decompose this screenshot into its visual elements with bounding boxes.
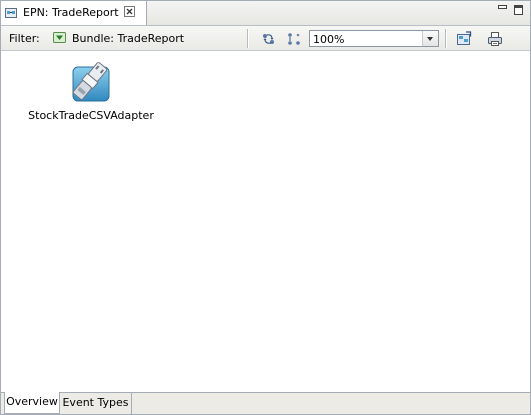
adapter-icon	[72, 62, 110, 102]
minimize-icon[interactable]	[497, 4, 509, 16]
tab-event-types[interactable]: Event Types	[60, 393, 132, 414]
epn-toolbar: Filter: Bundle: TradeReport 100%	[1, 26, 530, 51]
toolbar-separator	[247, 29, 249, 48]
maximize-icon[interactable]	[513, 4, 525, 16]
epn-editor-icon	[5, 8, 17, 18]
editor-tab-bar: EPN: TradeReport	[1, 1, 530, 26]
auto-layout-icon[interactable]	[261, 31, 277, 47]
zoom-value: 100%	[313, 33, 345, 46]
close-icon[interactable]	[124, 6, 135, 17]
epn-editor-window: EPN: TradeReport Filter: Bundle: TradeRe…	[0, 0, 531, 415]
arrange-icon[interactable]	[286, 31, 302, 47]
toolbar-separator	[445, 29, 447, 48]
bundle-filter-label[interactable]: Bundle: TradeReport	[72, 32, 184, 45]
print-icon[interactable]	[487, 31, 503, 47]
export-image-icon[interactable]	[456, 31, 472, 47]
tab-overview[interactable]: Overview	[4, 392, 60, 414]
adapter-node[interactable]: StockTradeCSVAdapter	[21, 59, 161, 129]
editor-tab-title: EPN: TradeReport	[23, 6, 119, 19]
chevron-down-icon[interactable]	[422, 31, 438, 46]
epn-diagram-canvas[interactable]: StockTradeCSVAdapter	[1, 51, 530, 392]
zoom-combo[interactable]: 100%	[309, 30, 439, 47]
filter-dropdown-icon[interactable]	[53, 32, 66, 43]
filter-label: Filter:	[9, 32, 40, 45]
editor-page-tabs: Overview Event Types	[1, 392, 530, 414]
adapter-node-label: StockTradeCSVAdapter	[28, 109, 154, 122]
editor-tab[interactable]: EPN: TradeReport	[1, 1, 147, 25]
